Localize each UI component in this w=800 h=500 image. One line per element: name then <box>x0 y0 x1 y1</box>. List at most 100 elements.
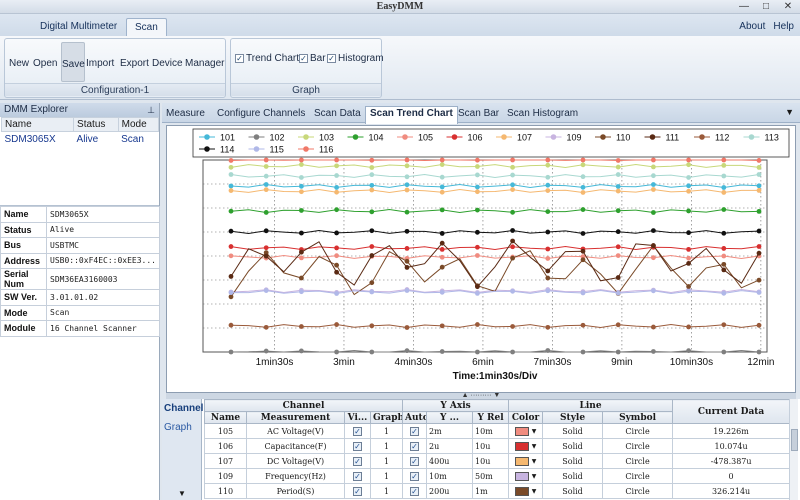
auto-checkbox[interactable]: ✓ <box>410 471 420 481</box>
line-style[interactable]: Solid <box>542 468 604 484</box>
column-header-symbol[interactable]: Symbol <box>602 411 674 424</box>
color-cell[interactable]: ▼ <box>508 453 544 469</box>
trend-chart-checkbox[interactable]: ✓ Trend Chart <box>235 53 299 64</box>
visible-cell: ✓ <box>344 468 371 484</box>
table-row[interactable]: 109 Frequency(Hz) ✓ 1 ✓ 10m 50m ▼ Solid Circle 0 <box>204 468 791 484</box>
vertical-scrollbar[interactable] <box>789 399 798 500</box>
column-header-y-scale[interactable]: Y ... <box>426 411 474 424</box>
property-value: SDM3065X <box>46 206 160 223</box>
save-button[interactable]: Save <box>61 42 85 82</box>
explorer-title: DMM Explorer <box>4 104 68 115</box>
column-header-name[interactable]: Name <box>204 411 247 424</box>
column-header[interactable]: Name <box>0 117 75 132</box>
visible-checkbox[interactable]: ✓ <box>353 441 362 451</box>
line-symbol[interactable]: Circle <box>602 468 674 484</box>
column-header-current-data[interactable]: Current Data <box>672 399 791 424</box>
table-row[interactable]: 106 Capacitance(F) ✓ 1 ✓ 2u 10u ▼ Solid Circle 10.… <box>204 438 791 454</box>
pin-icon[interactable]: ⊥ <box>147 103 155 117</box>
y-scale[interactable]: 2m <box>426 423 474 439</box>
new-button[interactable]: New <box>9 42 29 82</box>
column-header-color[interactable]: Color <box>508 411 544 424</box>
tab-channel[interactable]: Channel <box>162 399 203 418</box>
auto-checkbox[interactable]: ✓ <box>410 426 420 436</box>
export-button[interactable]: Export <box>120 42 149 82</box>
y-scale[interactable]: 200u <box>426 483 474 499</box>
group-header-y-axis: Y Axis <box>402 399 510 412</box>
column-header-visible[interactable]: Vi... <box>344 411 371 424</box>
help-link[interactable]: Help <box>773 18 794 35</box>
auto-checkbox[interactable]: ✓ <box>410 456 420 466</box>
property-value: SDM36EA3160003 <box>46 268 160 290</box>
table-row[interactable]: 110 Period(S) ✓ 1 ✓ 200u 1m ▼ Solid Circle 326.214… <box>204 483 791 499</box>
tab-measure[interactable]: Measure <box>166 107 205 121</box>
y-scale[interactable]: 10m <box>426 468 474 484</box>
table-row[interactable]: 105 AC Voltage(V) ✓ 1 ✓ 2m 10m ▼ Solid Circle 19.2… <box>204 423 791 439</box>
line-style[interactable]: Solid <box>542 438 604 454</box>
import-button[interactable]: Import <box>86 42 114 82</box>
color-cell[interactable]: ▼ <box>508 438 544 454</box>
tab-scan-bar[interactable]: Scan Bar <box>458 107 499 121</box>
close-icon[interactable]: ✕ <box>782 0 794 13</box>
open-button[interactable]: Open <box>33 42 57 82</box>
tab-scan-data[interactable]: Scan Data <box>314 107 361 121</box>
x-tick-label: 1min30s <box>256 357 294 368</box>
auto-checkbox[interactable]: ✓ <box>410 486 420 496</box>
device-row[interactable]: SDM3065X Alive Scan <box>2 132 159 148</box>
histogram-checkbox[interactable]: ✓ Histogram <box>327 53 384 64</box>
y-rel[interactable]: 50m <box>472 468 510 484</box>
scrollbar-thumb[interactable] <box>791 429 798 451</box>
legend-label: 114 <box>220 145 234 155</box>
visible-checkbox[interactable]: ✓ <box>353 426 362 436</box>
scroll-down-icon[interactable]: ▼ <box>178 489 186 498</box>
y-rel[interactable]: 10u <box>472 438 510 454</box>
legend-label: 113 <box>765 133 779 143</box>
visible-checkbox[interactable]: ✓ <box>353 471 362 481</box>
column-header-measurement[interactable]: Measurement <box>246 411 345 424</box>
about-link[interactable]: About <box>739 18 765 35</box>
column-header-auto[interactable]: Auto <box>402 411 428 424</box>
column-header-graph[interactable]: Graph <box>369 411 404 424</box>
minimize-icon[interactable]: — <box>738 0 750 13</box>
y-scale[interactable]: 400u <box>426 453 474 469</box>
column-header-style[interactable]: Style <box>542 411 604 424</box>
group-header-line: Line <box>508 399 674 412</box>
graph-number: 1 <box>369 423 404 439</box>
dropdown-arrow-icon[interactable]: ▼ <box>785 107 794 117</box>
column-header[interactable]: Mode <box>117 117 160 132</box>
color-cell[interactable]: ▼ <box>508 423 544 439</box>
y-rel[interactable]: 10m <box>472 423 510 439</box>
y-scale[interactable]: 2u <box>426 438 474 454</box>
auto-checkbox[interactable]: ✓ <box>410 441 420 451</box>
line-style[interactable]: Solid <box>542 423 604 439</box>
channel-name: 109 <box>204 468 247 484</box>
column-header-y-rel[interactable]: Y Rel <box>472 411 510 424</box>
channel-name: 110 <box>204 483 247 499</box>
device-status: Alive <box>76 134 99 145</box>
line-symbol[interactable]: Circle <box>602 453 674 469</box>
maximize-icon[interactable]: □ <box>760 0 772 13</box>
y-rel[interactable]: 1m <box>472 483 510 499</box>
tab-scan[interactable]: Scan <box>126 18 167 36</box>
color-cell[interactable]: ▼ <box>508 483 544 499</box>
bar-checkbox[interactable]: ✓ Bar <box>299 53 326 64</box>
device-button[interactable]: Device <box>152 42 183 82</box>
line-symbol[interactable]: Circle <box>602 423 674 439</box>
column-header[interactable]: Status <box>73 117 119 132</box>
property-key: Module <box>0 320 48 337</box>
table-row[interactable]: 107 DC Voltage(V) ✓ 1 ✓ 400u 10u ▼ Solid Circle -4… <box>204 453 791 469</box>
visible-checkbox[interactable]: ✓ <box>353 456 362 466</box>
line-symbol[interactable]: Circle <box>602 438 674 454</box>
color-cell[interactable]: ▼ <box>508 468 544 484</box>
line-style[interactable]: Solid <box>542 453 604 469</box>
tab-scan-histogram[interactable]: Scan Histogram <box>507 107 578 121</box>
tab-digital-multimeter[interactable]: Digital Multimeter <box>32 18 125 36</box>
line-style[interactable]: Solid <box>542 483 604 499</box>
line-symbol[interactable]: Circle <box>602 483 674 499</box>
y-rel[interactable]: 10u <box>472 453 510 469</box>
tab-configure-channels[interactable]: Configure Channels <box>217 107 305 121</box>
visible-checkbox[interactable]: ✓ <box>353 486 362 496</box>
tab-scan-trend-chart[interactable]: Scan Trend Chart <box>365 106 458 124</box>
manager-button[interactable]: Manager <box>185 42 224 82</box>
legend-label: 111 <box>666 133 680 143</box>
tab-graph[interactable]: Graph <box>162 418 201 437</box>
